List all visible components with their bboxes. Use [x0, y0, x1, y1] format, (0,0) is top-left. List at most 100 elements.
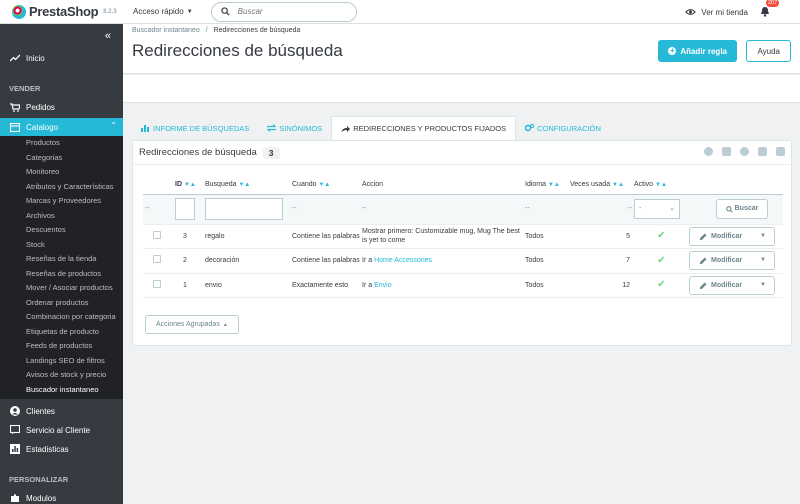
notifications-button[interactable]: 207 — [760, 0, 780, 19]
collapse-sidebar-icon[interactable]: « — [105, 30, 111, 42]
column-language[interactable]: Idioma ▼▲ — [525, 175, 570, 195]
top-bar: PrestaShop 8.2.3 Acceso rápido ▼ Ver mi … — [0, 0, 800, 24]
sidebar: « Inicio VENDER Pedidos Catalogo ⌃ Produ… — [0, 24, 123, 504]
header-toolbar-strip — [123, 75, 800, 103]
sidebar-item-customers[interactable]: Clientes — [0, 403, 123, 419]
sort-arrows-icon[interactable]: ▼▲ — [655, 182, 667, 188]
tab-synonyms[interactable]: SINÓNIMOS — [258, 116, 331, 140]
sort-arrows-icon[interactable]: ▼▲ — [318, 182, 330, 188]
column-active[interactable]: Activo ▼▲ — [634, 175, 689, 195]
breadcrumb: Buscador instantaneo / Redirecciones de … — [132, 27, 300, 34]
edit-button[interactable]: Modificar ▼ — [689, 251, 775, 271]
column-action: Accion — [362, 175, 525, 195]
column-times-used[interactable]: Veces usada ▼▲ — [570, 175, 634, 195]
submenu-item[interactable]: Marcas y Proveedores — [0, 194, 123, 209]
submenu-item[interactable]: Descuentos — [0, 223, 123, 238]
submenu-item[interactable]: Stock — [0, 238, 123, 253]
sort-arrows-icon[interactable]: ▼▲ — [238, 182, 250, 188]
caret-down-icon[interactable]: ▼ — [752, 232, 774, 242]
table-row[interactable]: 1 envio Exactamente esto Ir a Envio Todo… — [143, 273, 783, 298]
sidebar-item-catalog[interactable]: Catalogo ⌃ — [0, 118, 123, 136]
search-box[interactable] — [210, 1, 357, 22]
row-checkbox[interactable] — [153, 230, 161, 239]
submenu-item[interactable]: Mover / Asociar productos — [0, 281, 123, 296]
submenu-item[interactable]: Productos — [0, 136, 123, 151]
bulk-actions-button[interactable]: Acciones Agrupadas ▲ — [145, 315, 239, 334]
submenu-item-active[interactable]: Buscador instantaneo — [0, 383, 123, 398]
submenu-item[interactable]: Reseñas de productos — [0, 267, 123, 282]
sidebar-item-label: Estadisticas — [26, 444, 69, 454]
filter-id-input[interactable] — [175, 198, 195, 220]
add-rule-button[interactable]: + Añadir regla — [658, 40, 737, 62]
table-row[interactable]: 3 regalo Contiene las palabras Mostrar p… — [143, 224, 783, 249]
chat-icon — [9, 425, 21, 435]
refresh-icon[interactable] — [740, 147, 749, 156]
submenu-item[interactable]: Atributos y Características — [0, 180, 123, 195]
row-id: 2 — [175, 248, 205, 274]
tab-redirects[interactable]: REDIRECCIONES Y PRODUCTOS FIJADOS — [331, 116, 517, 140]
add-rule-label: Añadir regla — [680, 46, 727, 56]
cms-page-link[interactable]: Envio — [374, 282, 392, 289]
submenu-item[interactable]: Combinacion por categoria — [0, 310, 123, 325]
sort-arrows-icon[interactable]: ▼▲ — [612, 182, 624, 188]
row-times-used: 12 — [570, 273, 634, 298]
column-when[interactable]: Cuando ▼▲ — [292, 175, 362, 195]
column-search[interactable]: Busqueda ▼▲ — [205, 175, 292, 195]
submenu-item[interactable]: Avisos de stock y precio — [0, 368, 123, 383]
tab-search-report[interactable]: INFORME DE BÚSQUEDAS — [132, 116, 258, 140]
submenu-item[interactable]: Feeds de productos — [0, 339, 123, 354]
export-icon[interactable] — [722, 147, 731, 156]
check-icon[interactable]: ✔ — [657, 255, 665, 266]
logo[interactable]: PrestaShop 8.2.3 — [0, 4, 123, 19]
row-checkbox[interactable] — [153, 279, 161, 288]
row-language: Todos — [525, 273, 570, 298]
sidebar-item-customer-service[interactable]: Servicio al Cliente — [0, 422, 123, 438]
bar-chart-icon — [141, 125, 149, 132]
sql-query-icon[interactable] — [758, 147, 767, 156]
sidebar-item-home[interactable]: Inicio — [0, 50, 123, 66]
tab-configuration[interactable]: CONFIGURACIÓN — [516, 116, 610, 140]
view-store-label: Ver mi tienda — [701, 7, 748, 17]
submenu-item[interactable]: Etiquetas de producto — [0, 325, 123, 340]
sidebar-item-orders[interactable]: Pedidos — [0, 99, 123, 115]
sidebar-item-stats[interactable]: Estadisticas — [0, 441, 123, 457]
edit-button[interactable]: Modificar ▼ — [689, 226, 775, 246]
help-button[interactable]: Ayuda — [746, 40, 791, 62]
edit-button[interactable]: Modificar ▼ — [689, 275, 775, 295]
check-icon[interactable]: ✔ — [657, 279, 665, 290]
pencil-icon — [700, 282, 707, 289]
quick-access-dropdown[interactable]: Acceso rápido ▼ — [133, 7, 193, 16]
filter-placeholder: -- — [525, 194, 570, 225]
submenu-item[interactable]: Landings SEO de filtros — [0, 354, 123, 369]
redirects-panel: Redirecciones de búsqueda 3 ID ▼▲ Busque… — [132, 140, 792, 346]
submenu-item[interactable]: Monitoreo — [0, 165, 123, 180]
filter-search-input[interactable] — [205, 198, 283, 220]
sort-arrows-icon[interactable]: ▼▲ — [548, 182, 560, 188]
row-checkbox[interactable] — [153, 255, 161, 263]
check-icon[interactable]: ✔ — [657, 230, 665, 241]
filter-active-select[interactable]: - ⌄ — [634, 199, 680, 219]
caret-down-icon[interactable]: ▼ — [752, 256, 774, 266]
submenu-item[interactable]: Ordenar productos — [0, 296, 123, 311]
breadcrumb-parent[interactable]: Buscador instantaneo — [132, 27, 200, 34]
database-icon[interactable] — [776, 147, 785, 156]
column-id[interactable]: ID ▼▲ — [175, 175, 205, 195]
filter-placeholder: -- — [362, 194, 525, 225]
submenu-item[interactable]: Archivos — [0, 209, 123, 224]
filter-search-button[interactable]: Buscar — [716, 199, 768, 219]
row-id: 3 — [175, 224, 205, 249]
category-link[interactable]: Home Accessories — [374, 257, 432, 264]
row-language: Todos — [525, 224, 570, 249]
breadcrumb-separator: / — [205, 27, 208, 34]
sort-arrows-icon[interactable]: ▼▲ — [184, 182, 196, 188]
add-new-icon[interactable] — [704, 147, 713, 156]
sidebar-item-modules[interactable]: Modulos — [0, 490, 123, 504]
table-header-row: ID ▼▲ Busqueda ▼▲ Cuando ▼▲ Accion Idiom… — [143, 175, 783, 195]
bell-icon — [761, 6, 769, 17]
view-store-link[interactable]: Ver mi tienda — [685, 8, 748, 17]
search-input[interactable] — [237, 7, 338, 16]
table-row[interactable]: 2 decoración Contiene las palabras Ir a … — [143, 248, 783, 274]
submenu-item[interactable]: Categorias — [0, 151, 123, 166]
submenu-item[interactable]: Reseñas de la tienda — [0, 252, 123, 267]
caret-down-icon[interactable]: ▼ — [752, 281, 774, 291]
